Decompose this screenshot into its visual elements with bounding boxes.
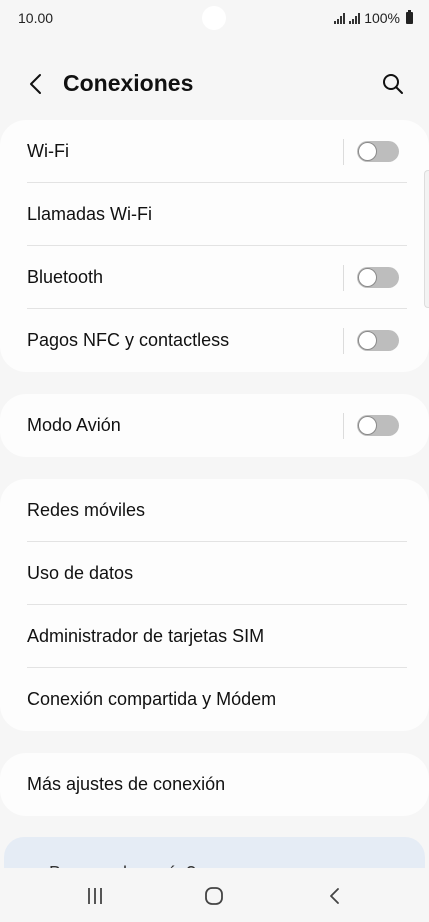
airplane-mode-toggle[interactable]: [357, 415, 399, 436]
data-usage-label: Uso de datos: [27, 563, 134, 583]
back-nav-button[interactable]: [321, 882, 349, 910]
back-button[interactable]: [22, 70, 50, 98]
mobile-networks-row[interactable]: Redes móviles: [0, 479, 429, 542]
divider: [343, 139, 344, 165]
nfc-toggle[interactable]: [357, 330, 399, 351]
mobile-networks-label: Redes móviles: [27, 500, 146, 520]
toggle-knob: [358, 142, 377, 161]
connections-group-2: Modo Avión: [0, 394, 429, 457]
signal-icon: [334, 12, 346, 24]
search-icon: [383, 74, 403, 94]
hotspot-tethering-label: Conexión compartida y Módem: [27, 689, 277, 709]
recents-button[interactable]: [81, 882, 109, 910]
connections-group-4: Más ajustes de conexión: [0, 753, 429, 816]
bluetooth-label: Bluetooth: [27, 267, 104, 287]
status-time: 10.00: [18, 10, 54, 26]
airplane-mode-label: Modo Avión: [27, 415, 121, 435]
chevron-left-icon: [30, 74, 41, 94]
data-usage-row[interactable]: Uso de datos: [0, 542, 429, 605]
back-icon: [330, 888, 339, 904]
toggle-knob: [358, 331, 377, 350]
sim-manager-row[interactable]: Administrador de tarjetas SIM: [0, 605, 429, 668]
bluetooth-row[interactable]: Bluetooth: [0, 246, 429, 309]
divider: [343, 413, 344, 439]
signal-icon: [349, 12, 361, 24]
connections-group-3: Redes móviles Uso de datos Administrador…: [0, 479, 429, 731]
search-button[interactable]: [379, 70, 407, 98]
battery-percent: 100%: [364, 10, 400, 26]
navigation-bar: [0, 868, 429, 922]
airplane-mode-row[interactable]: Modo Avión: [0, 394, 429, 457]
connections-group-1: Wi-Fi Llamadas Wi-Fi Bluetooth Pagos NFC…: [0, 120, 429, 372]
nfc-label: Pagos NFC y contactless: [27, 330, 230, 350]
wifi-calling-row[interactable]: Llamadas Wi-Fi: [0, 183, 429, 246]
wifi-toggle[interactable]: [357, 141, 399, 162]
battery-icon: [406, 10, 413, 24]
sim-manager-label: Administrador de tarjetas SIM: [27, 626, 265, 646]
divider: [343, 265, 344, 291]
toggle-knob: [358, 268, 377, 287]
more-connection-settings-row[interactable]: Más ajustes de conexión: [0, 753, 429, 816]
wifi-row[interactable]: Wi-Fi: [0, 120, 429, 183]
nfc-row[interactable]: Pagos NFC y contactless: [0, 309, 429, 372]
more-connection-settings-label: Más ajustes de conexión: [27, 774, 226, 794]
wifi-calling-label: Llamadas Wi-Fi: [27, 204, 153, 224]
page-title: Conexiones: [63, 70, 194, 96]
status-bar: 10.00 100%: [0, 0, 429, 36]
toggle-knob: [358, 416, 377, 435]
divider: [343, 328, 344, 354]
hotspot-tethering-row[interactable]: Conexión compartida y Módem: [0, 668, 429, 731]
header: Conexiones: [0, 60, 429, 108]
camera-cutout: [202, 6, 226, 30]
recents-icon: [88, 888, 102, 904]
status-indicators: 100%: [334, 10, 413, 26]
bluetooth-toggle[interactable]: [357, 267, 399, 288]
home-icon: [205, 887, 223, 905]
home-button[interactable]: [200, 882, 228, 910]
wifi-label: Wi-Fi: [27, 141, 69, 161]
scroll-indicator[interactable]: [424, 170, 429, 308]
